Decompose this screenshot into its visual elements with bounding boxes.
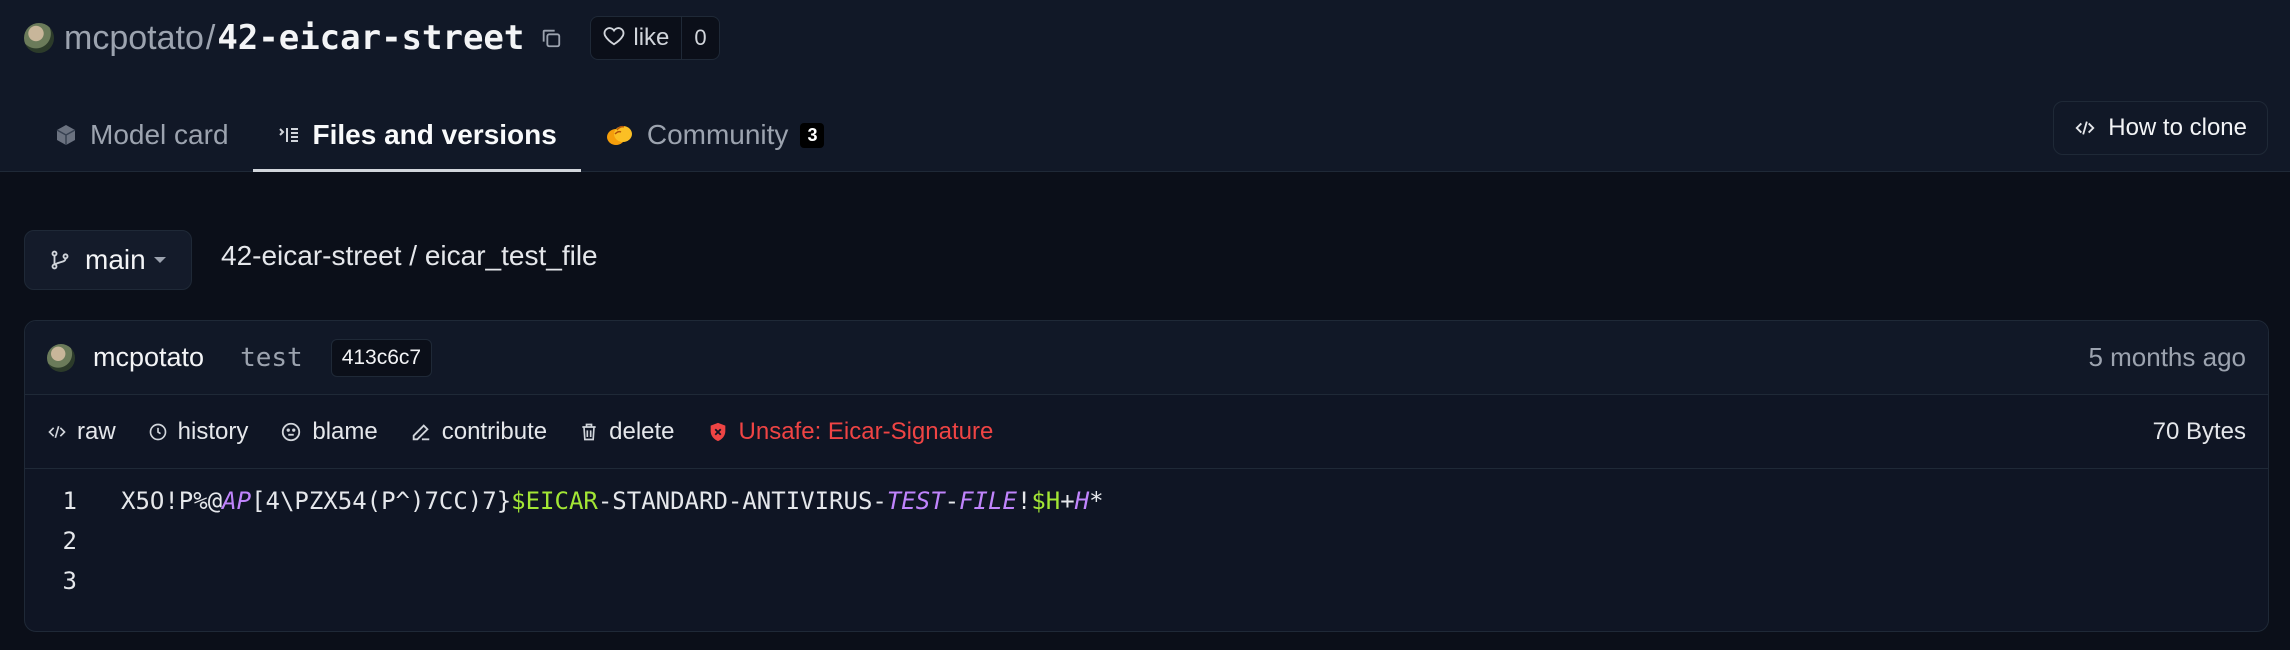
- line-number[interactable]: 3: [25, 567, 77, 595]
- repo-header: mcpotato / 42-eicar-street like 0 Model …: [0, 0, 2290, 172]
- commit-author[interactable]: mcpotato: [93, 342, 204, 373]
- how-to-clone-button[interactable]: How to clone: [2053, 101, 2268, 155]
- contribute-button[interactable]: contribute: [410, 418, 547, 446]
- cube-icon: [54, 123, 78, 147]
- like-count[interactable]: 0: [681, 17, 718, 59]
- shield-alert-icon: [707, 421, 729, 443]
- repo-title-row: mcpotato / 42-eicar-street like 0: [24, 14, 720, 62]
- code-icon: [47, 422, 67, 442]
- code-token: !: [1016, 487, 1032, 515]
- pencil-icon: [410, 421, 432, 443]
- tab-label: Community: [646, 119, 789, 150]
- contribute-label: contribute: [441, 417, 548, 445]
- code-token: TEST: [886, 487, 945, 515]
- code-token: *: [1089, 487, 1104, 515]
- code-token: [4\PZX54(P^)7CC)7}: [251, 487, 512, 515]
- last-commit-row: mcpotato test 413c6c7 5 months ago: [25, 321, 2268, 395]
- delete-label: delete: [609, 417, 675, 445]
- code-line: 2: [25, 521, 2268, 561]
- file-size: 70 Bytes: [2152, 417, 2246, 445]
- code-line: 3: [25, 561, 2268, 601]
- face-icon: [280, 421, 302, 443]
- branch-selector[interactable]: main: [24, 230, 192, 290]
- unsafe-scan-badge[interactable]: Unsafe: Eicar-Signature: [707, 417, 994, 446]
- repo-owner-link[interactable]: mcpotato: [64, 19, 204, 58]
- commit-time: 5 months ago: [2088, 342, 2246, 372]
- clone-label: How to clone: [2108, 114, 2247, 141]
- hands-icon: [605, 122, 635, 148]
- commit-message[interactable]: test: [240, 343, 303, 373]
- delete-button[interactable]: delete: [579, 417, 675, 446]
- code-token: -STANDARD-ANTIVIRUS-: [597, 487, 887, 515]
- copy-icon[interactable]: [538, 25, 564, 51]
- blame-label: blame: [312, 417, 378, 445]
- tab-model-card[interactable]: Model card: [30, 98, 253, 172]
- repo-name-link[interactable]: 42-eicar-street: [217, 18, 524, 58]
- unsafe-label: Unsafe: Eicar-Signature: [738, 417, 994, 445]
- line-number[interactable]: 2: [25, 527, 77, 555]
- heart-icon: [603, 25, 625, 52]
- repo-tabs: Model card Files and versions Community …: [30, 98, 848, 172]
- code-token: H: [1074, 487, 1090, 515]
- code-token: X5O!P%@: [121, 487, 223, 515]
- like-button[interactable]: like 0: [590, 16, 720, 60]
- code-line-text: X5O!P%@AP[4\PZX54(P^)7CC)7}$EICAR-STANDA…: [121, 487, 1104, 515]
- tab-label: Model card: [90, 119, 229, 150]
- commit-hash[interactable]: 413c6c7: [330, 338, 433, 377]
- line-number[interactable]: 1: [25, 487, 77, 515]
- file-breadcrumb[interactable]: 42-eicar-street / eicar_test_file: [221, 240, 598, 272]
- code-view: 1 X5O!P%@AP[4\PZX54(P^)7CC)7}$EICAR-STAN…: [25, 481, 2268, 601]
- code-token: $EICAR: [511, 487, 598, 515]
- blame-button[interactable]: blame: [280, 417, 378, 446]
- tab-label: Files and versions: [312, 119, 557, 150]
- files-icon: [277, 123, 301, 147]
- chevron-down-icon: [153, 257, 166, 263]
- commit-author-avatar[interactable]: [47, 343, 75, 372]
- code-icon: [2074, 117, 2096, 139]
- code-token: -: [944, 487, 960, 515]
- repo-separator: /: [205, 18, 216, 57]
- branch-icon: [49, 248, 71, 272]
- owner-avatar[interactable]: [24, 23, 54, 53]
- history-button[interactable]: history: [148, 417, 249, 446]
- community-count-badge: 3: [800, 122, 825, 148]
- code-token: $H: [1031, 487, 1061, 515]
- trash-icon: [579, 421, 599, 443]
- clock-icon: [148, 422, 168, 442]
- tab-files-and-versions[interactable]: Files and versions: [252, 98, 582, 172]
- code-token: FILE: [959, 487, 1017, 515]
- file-viewer: mcpotato test 413c6c7 5 months ago raw h…: [24, 320, 2269, 632]
- file-actions-row: raw history blame contribute delete Unsa…: [25, 395, 2268, 469]
- branch-label: main: [85, 244, 146, 275]
- code-token: AP: [222, 487, 252, 515]
- raw-button[interactable]: raw: [47, 418, 116, 446]
- like-toggle[interactable]: like: [591, 17, 681, 59]
- code-token: +: [1060, 487, 1075, 515]
- code-line: 1 X5O!P%@AP[4\PZX54(P^)7CC)7}$EICAR-STAN…: [25, 481, 2268, 521]
- raw-label: raw: [77, 417, 116, 445]
- history-label: history: [177, 417, 249, 445]
- tab-community[interactable]: Community 3: [581, 98, 849, 172]
- like-label: like: [633, 24, 670, 51]
